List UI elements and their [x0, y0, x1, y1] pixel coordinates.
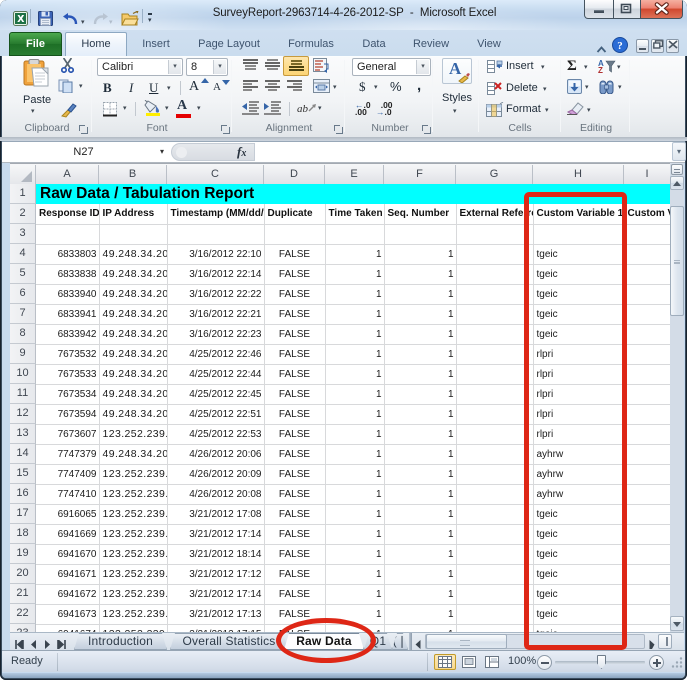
svg-text:?: ? — [617, 40, 623, 52]
svg-text:Z: Z — [598, 66, 603, 73]
svg-text:ab: ab — [297, 103, 309, 115]
